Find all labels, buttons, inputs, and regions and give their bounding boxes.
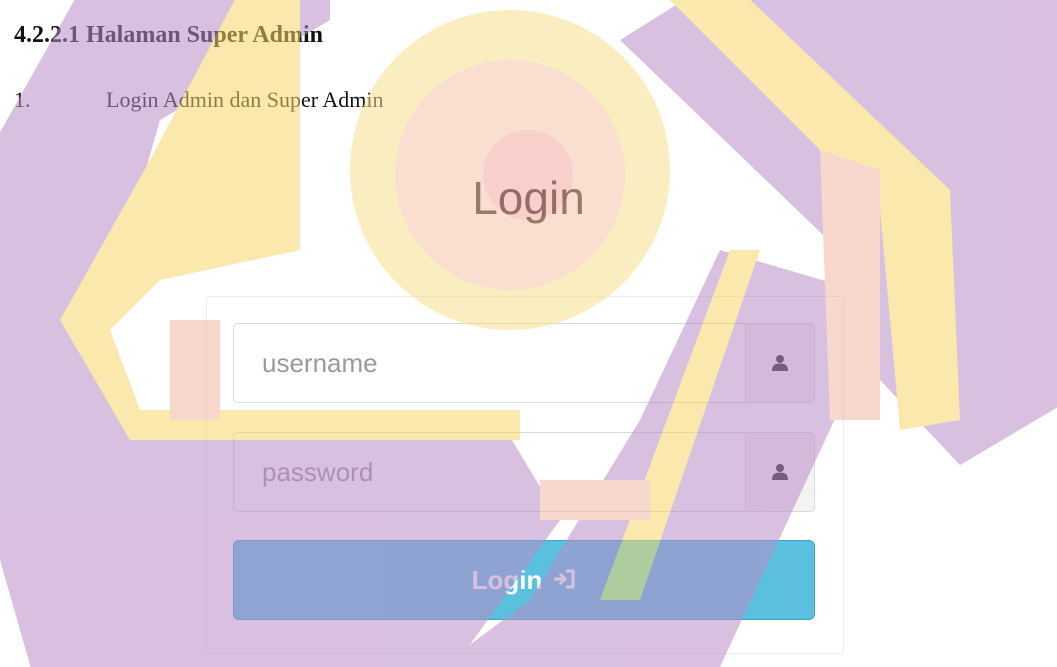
login-button[interactable]: Login [233,540,815,620]
username-input-group [233,323,815,403]
user-icon [745,323,815,403]
login-title: Login [472,172,585,224]
user-icon [745,432,815,512]
sign-in-icon [552,565,576,596]
list-text: Login Admin dan Super Admin [106,87,384,112]
username-input[interactable] [233,323,745,403]
document-page: 4.2.2.1 Halaman Super Admin 1. Login Adm… [0,0,1057,667]
list-number: 1. [14,87,31,112]
section-heading: 4.2.2.1 Halaman Super Admin [14,22,323,48]
password-input[interactable] [233,432,745,512]
login-button-label: Login [471,564,543,595]
password-input-group [233,432,815,512]
